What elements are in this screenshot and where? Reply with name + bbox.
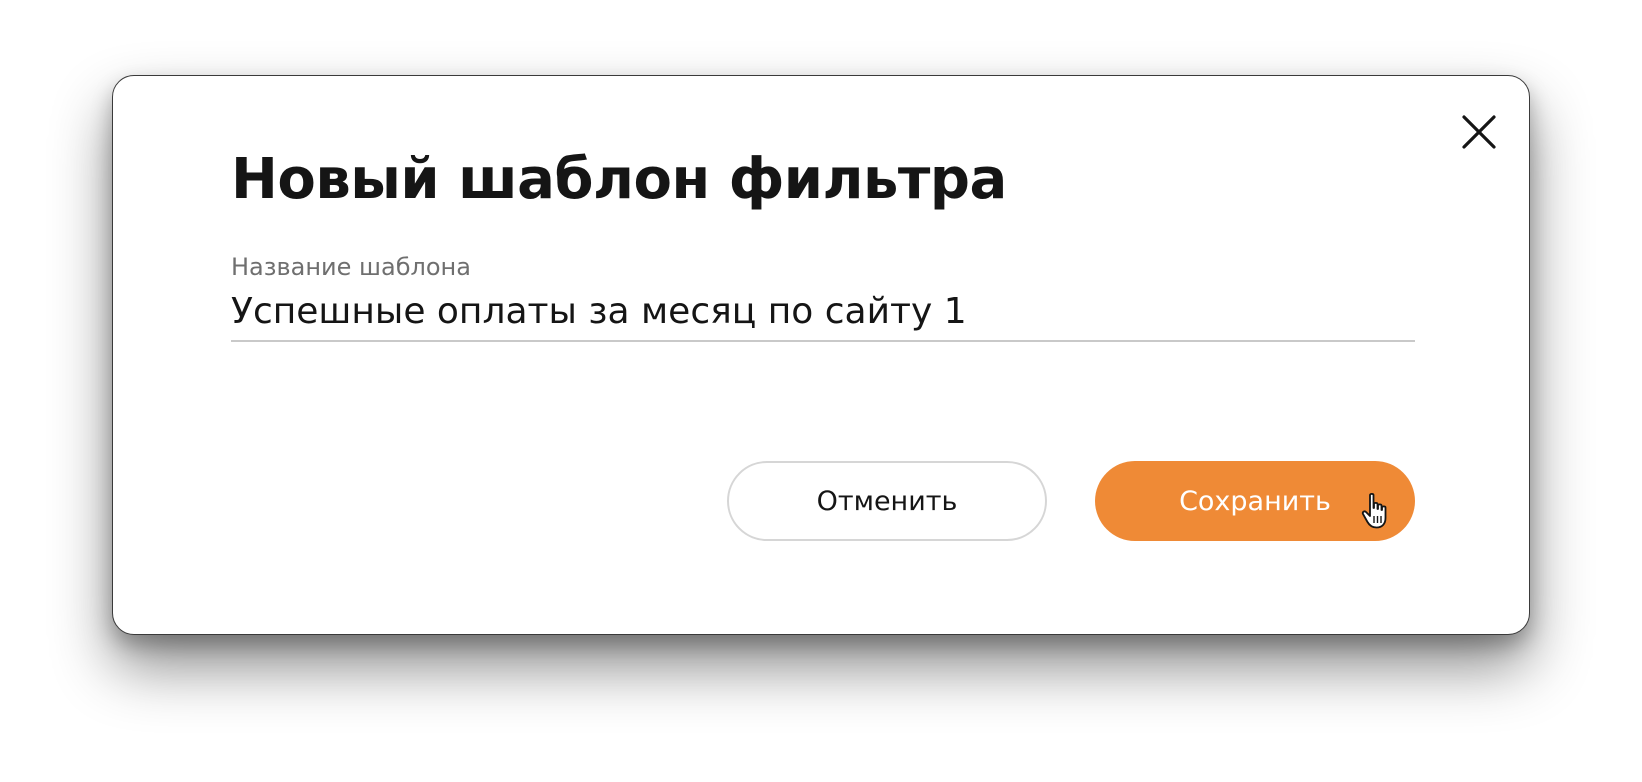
cancel-button[interactable]: Отменить	[727, 461, 1047, 541]
close-button[interactable]	[1457, 110, 1501, 154]
new-filter-template-dialog: Новый шаблон фильтра Название шаблона От…	[112, 75, 1530, 635]
save-button[interactable]: Сохранить	[1095, 461, 1415, 541]
template-name-field: Название шаблона	[231, 252, 1415, 342]
dialog-title: Новый шаблон фильтра	[231, 147, 1007, 212]
screen: Новый шаблон фильтра Название шаблона От…	[0, 0, 1642, 782]
template-name-input[interactable]	[231, 290, 1415, 342]
close-icon	[1462, 115, 1496, 149]
template-name-label: Название шаблона	[231, 253, 471, 281]
